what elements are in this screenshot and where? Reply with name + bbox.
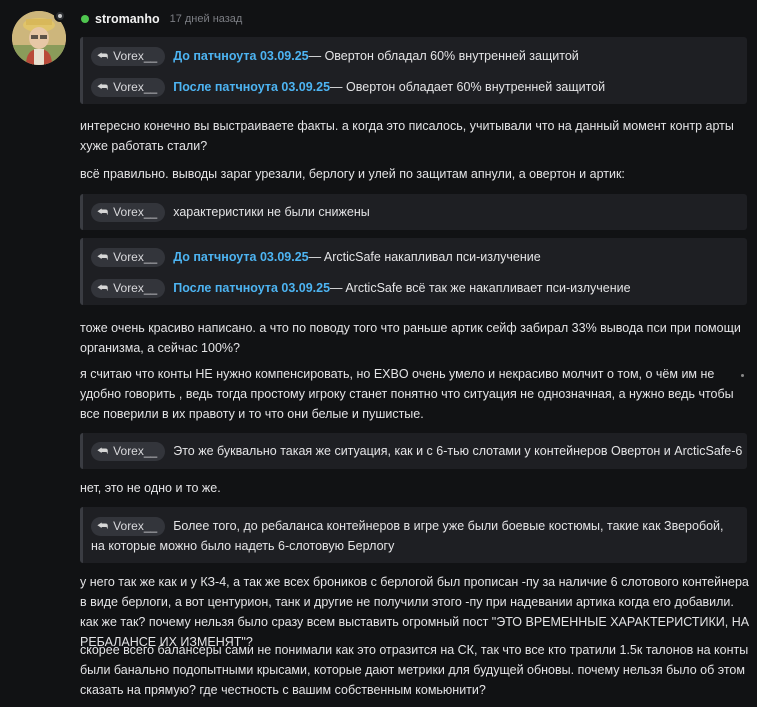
quote-text: характеристики не были снижены	[173, 205, 370, 219]
online-indicator-icon	[81, 15, 89, 23]
quote-block: ⮪ Vorex__ Более того, до ребаланса контейн…	[80, 507, 747, 563]
quote-line: ⮪ Vorex__ После патчноута 03.09.25 — Овер…	[91, 77, 605, 97]
patchnote-link[interactable]: После патчноута 03.09.25	[173, 281, 330, 295]
post-time: 17 дней назад	[169, 13, 243, 25]
reply-icon: ⮪	[97, 249, 109, 264]
mention-chip[interactable]: ⮪ Vorex__	[91, 77, 166, 97]
quote-block: ⮪ Vorex__ Это же буквально такая же ситуа…	[80, 433, 747, 469]
reply-icon: ⮪	[97, 79, 109, 94]
mention-chip[interactable]: ⮪ Vorex__	[91, 441, 166, 461]
paragraph: я считаю что конты НЕ нужно компенсирова…	[80, 367, 734, 421]
quote-text: — ArcticSafe всё так же накапливает пси-…	[330, 281, 631, 295]
patchnote-link[interactable]: До патчноута 03.09.25	[173, 250, 308, 264]
paragraph: тоже очень красиво написано. а что по по…	[80, 321, 741, 355]
patchnote-link[interactable]: После патчноута 03.09.25	[173, 80, 330, 94]
paragraph: интересно конечно вы выстраиваете факты.…	[80, 119, 734, 153]
quote-line: ⮪ Vorex__ До патчноута 03.09.25 — ArcticS…	[91, 247, 541, 267]
reply-icon: ⮪	[97, 204, 109, 219]
post-header: stromanho 17 дней назад	[81, 11, 242, 27]
quote-block: ⮪ Vorex__ До патчноута 03.09.25 — ArcticS…	[80, 238, 747, 305]
quote-text: — Овертон обладает 60% внутренней защито…	[330, 80, 606, 94]
mention-name: Vorex__	[113, 205, 158, 219]
quote-text: Это же буквально такая же ситуация, как …	[173, 444, 743, 458]
quote-text: Более того, до ребаланса контейнеров в и…	[91, 519, 724, 553]
mention-name: Vorex__	[113, 250, 158, 264]
paragraph: всё правильно. выводы зараг урезали, бер…	[80, 167, 625, 181]
quote-text: — Овертон обладал 60% внутренней защитой	[308, 49, 579, 63]
author-name[interactable]: stromanho	[95, 12, 160, 26]
quote-block: ⮪ Vorex__ характеристики не были снижены	[80, 194, 747, 230]
quote-line: ⮪ Vorex__ Более того, до ребаланса контейн…	[91, 516, 731, 556]
quote-text: — ArcticSafe накапливал пси-излучение	[308, 250, 541, 264]
mention-chip[interactable]: ⮪ Vorex__	[91, 516, 166, 536]
quote-line: ⮪ Vorex__ До патчноута 03.09.25 — Овертон…	[91, 46, 579, 66]
reply-icon: ⮪	[97, 443, 109, 458]
mention-name: Vorex__	[113, 444, 158, 458]
mention-chip[interactable]: ⮪ Vorex__	[91, 247, 166, 267]
mention-chip[interactable]: ⮪ Vorex__	[91, 46, 166, 66]
mention-chip[interactable]: ⮪ Vorex__	[91, 202, 166, 222]
quote-line: ⮪ Vorex__ характеристики не были снижены	[91, 202, 370, 222]
paragraph: нет, это не одно и то же.	[80, 481, 221, 495]
mention-name: Vorex__	[113, 519, 158, 533]
quote-line: ⮪ Vorex__ Это же буквально такая же ситуа…	[91, 441, 742, 461]
mention-chip[interactable]: ⮪ Vorex__	[91, 278, 166, 298]
reply-icon: ⮪	[97, 519, 109, 533]
patchnote-link[interactable]: До патчноута 03.09.25	[173, 49, 308, 63]
mention-name: Vorex__	[113, 49, 158, 63]
reply-icon: ⮪	[97, 280, 109, 295]
mention-name: Vorex__	[113, 80, 158, 94]
reply-icon: ⮪	[97, 48, 109, 63]
scroll-indicator	[741, 374, 744, 377]
quote-line: ⮪ Vorex__ После патчноута 03.09.25 — Arct…	[91, 278, 631, 298]
status-icon	[54, 10, 66, 22]
quote-block: ⮪ Vorex__ До патчноута 03.09.25 — Овертон…	[80, 37, 747, 104]
mention-name: Vorex__	[113, 281, 158, 295]
paragraph: скорее всего балансеры сами не понимали …	[80, 643, 749, 697]
